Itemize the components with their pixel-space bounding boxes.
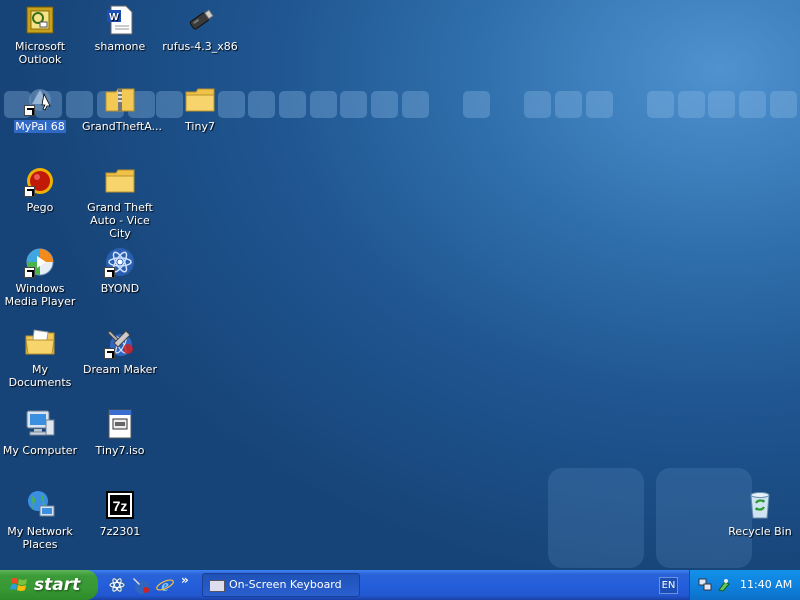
- shortcut-arrow-icon: [104, 348, 115, 359]
- desktop-icon-7zip[interactable]: 7z 7z2301: [81, 489, 159, 538]
- desktop-icon-my-documents[interactable]: My Documents: [1, 327, 79, 389]
- desktop-icon-gta-folder[interactable]: GrandTheftA...: [81, 84, 162, 133]
- desktop-icon-mypal[interactable]: MyPal 68: [1, 84, 79, 133]
- usb-drive-icon: [184, 4, 216, 36]
- desktop-icon-byond[interactable]: BYOND: [81, 246, 159, 295]
- desktop-icon-rufus[interactable]: rufus-4.3_x86: [161, 4, 239, 53]
- mypal-icon: [24, 84, 56, 116]
- shortcut-arrow-icon: [24, 267, 35, 278]
- start-label: start: [34, 575, 81, 595]
- network-connection-icon[interactable]: [698, 578, 712, 592]
- dream-maker-icon: [104, 327, 136, 359]
- desktop-icon-wmp[interactable]: Windows Media Player: [1, 246, 79, 308]
- desktop-icon-tiny7-iso[interactable]: Tiny7.iso: [81, 408, 159, 457]
- task-label: On-Screen Keyboard: [229, 578, 342, 591]
- byond-quicklaunch-icon[interactable]: [107, 575, 127, 595]
- desktop-icon-recycle-bin[interactable]: Recycle Bin: [721, 489, 799, 538]
- computer-icon: [24, 408, 56, 440]
- clock[interactable]: 11:40 AM: [740, 570, 792, 600]
- zip-folder-icon: [104, 84, 136, 116]
- network-globe-icon: [24, 489, 56, 521]
- documents-folder-icon: [24, 327, 56, 359]
- quick-launch-more-button[interactable]: »: [181, 573, 189, 587]
- shortcut-arrow-icon: [24, 186, 35, 197]
- word-document-icon: W: [104, 4, 136, 36]
- task-on-screen-keyboard[interactable]: On-Screen Keyboard: [202, 573, 360, 597]
- folder-icon: [184, 84, 216, 116]
- desktop-icon-pego[interactable]: Pego: [1, 165, 79, 214]
- keyboard-icon: [209, 580, 225, 592]
- dream-maker-quicklaunch-icon[interactable]: [131, 575, 151, 595]
- pego-icon: [24, 165, 56, 197]
- folder-icon: [104, 165, 136, 197]
- desktop-icon-gta-vc[interactable]: Grand Theft Auto - Vice City: [81, 165, 159, 240]
- taskbar: start e » On-Screen Keyboard EN 11:40 AM: [0, 570, 800, 600]
- desktop-icon-tiny7[interactable]: Tiny7: [161, 84, 239, 133]
- svg-text:W: W: [109, 12, 119, 23]
- desktop-icon-outlook[interactable]: Microsoft Outlook: [1, 4, 79, 66]
- svg-text:7z: 7z: [113, 498, 128, 514]
- safely-remove-hardware-icon[interactable]: [717, 578, 731, 592]
- language-indicator[interactable]: EN: [659, 577, 678, 594]
- windows-logo-icon: [10, 578, 27, 591]
- desktop-icon-my-computer[interactable]: My Computer: [1, 408, 79, 457]
- desktop-icon-my-network[interactable]: My Network Places: [1, 489, 79, 551]
- media-player-icon: [24, 246, 56, 278]
- shortcut-arrow-icon: [24, 105, 35, 116]
- iso-file-icon: [104, 408, 136, 440]
- start-button[interactable]: start: [0, 570, 98, 600]
- byond-atom-icon: [104, 246, 136, 278]
- internet-explorer-icon[interactable]: e: [155, 575, 175, 595]
- desktop-icon-dream-maker[interactable]: Dream Maker: [81, 327, 159, 376]
- shortcut-arrow-icon: [104, 267, 115, 278]
- outlook-icon: [24, 4, 56, 36]
- system-tray: 11:40 AM: [689, 570, 800, 600]
- desktop-icon-shamone[interactable]: W shamone: [81, 4, 159, 53]
- recycle-bin-icon: [744, 489, 776, 521]
- 7zip-icon: 7z: [104, 489, 136, 521]
- svg-text:e: e: [161, 576, 169, 595]
